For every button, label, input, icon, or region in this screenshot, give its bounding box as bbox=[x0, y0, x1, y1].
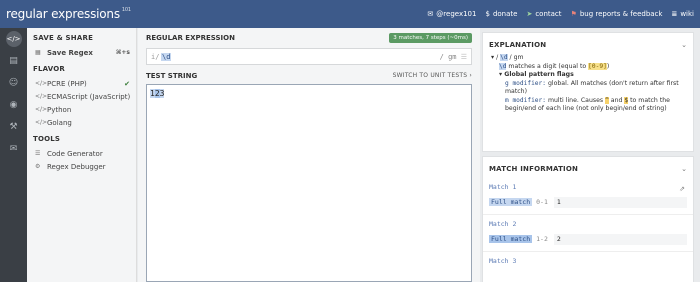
library-icon: ▤ bbox=[9, 56, 18, 66]
match-detail-row: Full match 1-2 2 bbox=[483, 233, 693, 245]
code-icon: </> bbox=[35, 106, 48, 113]
chevron-down-icon[interactable]: ⌄ bbox=[681, 41, 687, 49]
explanation-digit-line: \d matches a digit (equal to [0-9]) bbox=[499, 62, 610, 70]
sidebar: SAVE & SHARE ▦ Save Regex ⌘+s FLAVOR </>… bbox=[27, 28, 137, 282]
regex-heading: REGULAR EXPRESSION bbox=[146, 34, 235, 42]
switch-to-unit-tests-link[interactable]: SWITCH TO UNIT TESTS › bbox=[393, 72, 472, 79]
nav-label: contact bbox=[535, 10, 562, 18]
regex-debugger-item[interactable]: ⚙ Regex Debugger bbox=[27, 160, 136, 173]
quiz-icon: ◉ bbox=[9, 100, 18, 110]
nav-label: @regex101 bbox=[436, 10, 477, 18]
tool-label: Code Generator bbox=[47, 149, 103, 158]
match-info-heading: MATCH INFORMATION bbox=[489, 165, 579, 173]
nav-label: wiki bbox=[680, 10, 694, 18]
m-modifier-line: m modifier: multi line. Causes ^ and $ t… bbox=[505, 96, 670, 112]
flavor-label: ECMAScript (JavaScript) bbox=[47, 92, 131, 101]
logo-text: regular expressions bbox=[6, 7, 120, 21]
flavor-python[interactable]: </> Python bbox=[27, 103, 136, 116]
send-icon: ➤ bbox=[526, 10, 533, 18]
tools-heading: TOOLS bbox=[33, 135, 61, 143]
explanation-heading: EXPLANATION bbox=[489, 41, 547, 49]
rail-chat[interactable]: ✉ bbox=[0, 138, 27, 160]
match-title-row: Match 2 bbox=[489, 220, 517, 228]
bug-icon: ⚑ bbox=[570, 10, 577, 18]
rail-account[interactable]: ☺ bbox=[0, 72, 27, 94]
rail-settings[interactable]: ⚒ bbox=[0, 116, 27, 138]
code-generator-item[interactable]: ☰ Code Generator bbox=[27, 147, 136, 160]
rail-quiz[interactable]: ◉ bbox=[0, 94, 27, 116]
tool-label: Regex Debugger bbox=[47, 162, 106, 171]
flavor-pcre[interactable]: </> PCRE (PHP) ✔ bbox=[27, 77, 136, 90]
nav-wiki-link[interactable]: ≣ wiki bbox=[671, 10, 694, 18]
match-information-panel: MATCH INFORMATION ⌄ ⇗ Match 1 Full match… bbox=[482, 156, 694, 282]
regex-flags[interactable]: / gm ☰ bbox=[440, 53, 471, 61]
nav-label: bug reports & feedback bbox=[579, 10, 663, 18]
chevron-down-icon[interactable]: ⌄ bbox=[681, 165, 687, 173]
explanation-panel: EXPLANATION ⌄ ▾ / \d / gm \d matches a d… bbox=[482, 32, 694, 152]
logo-sup: 101 bbox=[121, 7, 131, 13]
save-shortcut: ⌘+s bbox=[115, 49, 130, 56]
match-status-badge: 3 matches, 7 steps (~0ms) bbox=[389, 33, 472, 43]
regex-editor-icon: </> bbox=[5, 31, 22, 47]
match-group-1: Match 1 Full match 0-1 1 bbox=[483, 181, 693, 208]
nav-contact-link[interactable]: ➤ contact bbox=[526, 10, 561, 18]
nav-donate-link[interactable]: $ donate bbox=[485, 10, 517, 18]
explanation-pattern-line: ▾ / \d / gm bbox=[491, 54, 524, 61]
flavor-label: PCRE (PHP) bbox=[47, 79, 87, 88]
nav-bug-report-link[interactable]: ⚑ bug reports & feedback bbox=[571, 10, 663, 18]
site-logo[interactable]: regular expressions 101 bbox=[0, 7, 131, 21]
flags-menu-icon: ☰ bbox=[460, 52, 467, 61]
right-panel: EXPLANATION ⌄ ▾ / \d / gm \d matches a d… bbox=[480, 28, 700, 282]
flavor-heading: FLAVOR bbox=[33, 65, 66, 73]
regex-pattern: \d bbox=[161, 52, 172, 61]
match-title-row: Match 1 bbox=[489, 183, 517, 191]
regex-input[interactable]: i/ \d / gm ☰ bbox=[146, 48, 472, 65]
regex-flags-label: / gm bbox=[439, 52, 457, 61]
flavor-golang[interactable]: </> Golang bbox=[27, 116, 136, 129]
match-highlight-2: 2 bbox=[154, 89, 160, 98]
main-editor: REGULAR EXPRESSION 3 matches, 7 steps (~… bbox=[138, 28, 480, 282]
settings-icon: ⚒ bbox=[9, 122, 18, 132]
icon-rail: </> ▤ ☺ ◉ ⚒ ✉ bbox=[0, 28, 27, 282]
regex-delimiter: i/ bbox=[151, 52, 160, 61]
save-regex-label: Save Regex bbox=[47, 48, 93, 57]
match-group-3: Match 3 bbox=[483, 251, 693, 267]
twitter-icon: ✉ bbox=[427, 10, 434, 18]
explanation-body: ▾ / \d / gm \d matches a digit (equal to… bbox=[483, 49, 693, 114]
save-regex-button[interactable]: ▦ Save Regex ⌘+s bbox=[27, 46, 136, 59]
global-flags-heading: ▾ Global pattern flags bbox=[499, 71, 574, 78]
export-icon[interactable]: ⇗ bbox=[679, 185, 685, 193]
flavor-label: Golang bbox=[47, 118, 72, 127]
save-icon: ▦ bbox=[35, 49, 41, 56]
code-icon: </> bbox=[35, 80, 48, 87]
g-modifier-line: g modifier: global. All matches (don't r… bbox=[505, 79, 679, 96]
code-icon: </> bbox=[35, 119, 48, 126]
code-generator-icon: ☰ bbox=[35, 150, 41, 157]
match-group-2: Match 2 Full match 1-2 2 bbox=[483, 214, 693, 245]
code-icon: </> bbox=[35, 93, 48, 100]
debugger-icon: ⚙ bbox=[35, 163, 41, 170]
chat-icon: ✉ bbox=[9, 144, 18, 154]
flavor-label: Python bbox=[47, 105, 72, 114]
match-highlight-3: 3 bbox=[159, 89, 165, 98]
account-icon: ☺ bbox=[8, 78, 19, 88]
test-string-input[interactable]: 123 bbox=[146, 84, 472, 282]
nav-twitter-link[interactable]: ✉ @regex101 bbox=[427, 10, 476, 18]
nav-label: donate bbox=[492, 10, 518, 18]
check-icon: ✔ bbox=[124, 79, 130, 88]
top-bar: regular expressions 101 ✉ @regex101 $ donat… bbox=[0, 0, 700, 28]
rail-library[interactable]: ▤ bbox=[0, 50, 27, 72]
rail-regex-editor[interactable]: </> bbox=[0, 28, 27, 50]
flavor-ecmascript[interactable]: </> ECMAScript (JavaScript) bbox=[27, 90, 136, 103]
match-title-row: Match 3 bbox=[489, 257, 517, 265]
save-share-heading: SAVE & SHARE bbox=[33, 34, 94, 42]
match-detail-row: Full match 0-1 1 bbox=[483, 196, 693, 208]
wiki-icon: ≣ bbox=[671, 10, 678, 18]
dollar-icon: $ bbox=[485, 10, 490, 18]
top-nav: ✉ @regex101 $ donate ➤ contact ⚑ bug reports… bbox=[427, 10, 700, 18]
test-string-heading: TEST STRING bbox=[146, 72, 198, 80]
